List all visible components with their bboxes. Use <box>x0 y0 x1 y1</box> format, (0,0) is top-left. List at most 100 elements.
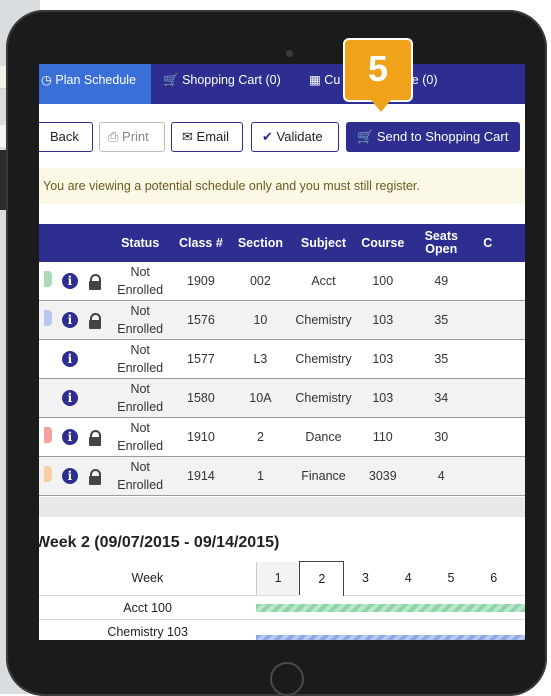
envelope-icon: ✉ <box>182 129 193 144</box>
info-cell: i <box>56 417 84 457</box>
course-color-swatch <box>39 378 57 418</box>
course-color-swatch <box>39 300 57 340</box>
lock-cell <box>83 417 107 457</box>
table-footer-bar <box>39 497 525 517</box>
lock-cell <box>83 262 107 301</box>
column-header-section[interactable]: Section <box>228 224 293 262</box>
email-button[interactable]: ✉ Email <box>171 122 243 152</box>
subject-cell: Chemistry <box>292 300 355 340</box>
status-cell: Not Enrolled <box>106 339 174 379</box>
table-row[interactable]: i Not Enrolled 1577 L3 Chemistry 103 35 <box>39 339 525 379</box>
column-header-class-number[interactable]: Class # <box>173 224 229 262</box>
info-icon[interactable]: i <box>61 429 78 445</box>
seats-open-cell: 4 <box>411 456 472 496</box>
day-header: 2 <box>299 561 345 596</box>
truncated-cell <box>471 339 525 379</box>
cart-icon: 🛒 <box>163 73 179 87</box>
table-row[interactable]: i Not Enrolled 1909 002 Acct 100 49 <box>39 262 525 301</box>
tab-shopping-cart[interactable]: 🛒 Shopping Cart (0) <box>163 64 281 104</box>
tab-current-schedule[interactable]: ▦ Cu <box>309 64 340 104</box>
color-swatch <box>43 426 52 443</box>
info-column-header <box>56 224 84 262</box>
table-row[interactable]: i Not Enrolled 1576 10 Chemistry 103 35 <box>39 300 525 340</box>
unlock-icon[interactable] <box>89 429 102 446</box>
info-icon[interactable]: i <box>61 468 78 484</box>
status-cell: Not Enrolled <box>106 300 174 340</box>
class-number-cell: 1909 <box>173 262 229 301</box>
validate-button[interactable]: ✔ Validate <box>251 122 339 152</box>
schedule-table: Status Class # Section Subject Course Se… <box>39 224 525 496</box>
day-header: 3 <box>343 561 387 596</box>
section-cell: 10A <box>228 378 293 418</box>
course-label: Acct 100 <box>39 595 257 620</box>
printer-icon: ⎙ <box>108 129 119 144</box>
section-cell: L3 <box>228 339 293 379</box>
table-row[interactable]: i Not Enrolled 1580 10A Chemistry 103 34 <box>39 378 525 418</box>
unlock-icon[interactable] <box>89 468 102 485</box>
week-grid: Week 1 2 3 4 5 6 Acct 100 Chemistry 103 <box>39 561 525 640</box>
class-number-cell: 1580 <box>173 378 229 418</box>
info-icon[interactable]: i <box>61 351 78 367</box>
lock-cell <box>83 339 107 379</box>
color-column-header <box>39 224 57 262</box>
unlock-icon[interactable] <box>89 312 102 329</box>
info-cell: i <box>56 339 84 379</box>
send-label: Send to Shopping Cart <box>376 129 509 144</box>
week-grid-header: Week 1 2 3 4 5 6 <box>39 561 525 596</box>
tab-plan-schedule[interactable]: ◷ Plan Schedule <box>39 64 151 104</box>
course-bar <box>256 595 525 620</box>
tab-label: Plan Schedule <box>55 73 137 87</box>
column-header-course[interactable]: Course <box>354 224 412 262</box>
toolbar: Back ⎙ Print ✉ Email ✔ Validate 🛒 Send t… <box>39 122 525 158</box>
column-header-status[interactable]: Status <box>106 224 174 262</box>
course-cell: 103 <box>354 378 412 418</box>
unlock-icon[interactable] <box>89 273 102 290</box>
table-row[interactable]: i Not Enrolled 1910 2 Dance 110 30 <box>39 417 525 457</box>
truncated-cell <box>471 378 525 418</box>
table-row[interactable]: i Not Enrolled 1914 1 Finance 3039 4 <box>39 456 525 496</box>
seats-open-cell: 49 <box>411 262 472 301</box>
info-icon[interactable]: i <box>61 312 78 328</box>
top-navigation: ◷ Plan Schedule 🛒 Shopping Cart (0) ▦ Cu… <box>39 64 525 104</box>
info-cell: i <box>56 456 84 496</box>
truncated-cell <box>471 417 525 457</box>
tab-current-schedule-count[interactable]: le (0) <box>409 64 437 104</box>
course-color-swatch <box>39 417 57 457</box>
tab-label: le (0) <box>409 73 438 87</box>
validate-label: Validate <box>276 129 323 144</box>
color-swatch <box>43 309 52 326</box>
seats-open-cell: 30 <box>411 417 472 457</box>
tab-label: Cu <box>324 73 341 87</box>
column-header-seats-open[interactable]: Seats Open <box>411 224 472 262</box>
course-label: Chemistry 103 <box>39 619 257 640</box>
app-screen: ◷ Plan Schedule 🛒 Shopping Cart (0) ▦ Cu… <box>39 64 525 640</box>
status-cell: Not Enrolled <box>106 417 174 457</box>
table-header: Status Class # Section Subject Course Se… <box>39 224 525 262</box>
column-header-subject[interactable]: Subject <box>292 224 355 262</box>
status-cell: Not Enrolled <box>106 456 174 496</box>
truncated-cell <box>471 456 525 496</box>
class-number-cell: 1914 <box>173 456 229 496</box>
info-cell: i <box>56 300 84 340</box>
back-button[interactable]: Back <box>39 122 93 152</box>
info-icon[interactable]: i <box>61 390 78 406</box>
seats-open-cell: 35 <box>411 339 472 379</box>
class-number-cell: 1910 <box>173 417 229 457</box>
course-cell: 3039 <box>354 456 412 496</box>
print-button[interactable]: ⎙ Print <box>99 122 165 152</box>
send-to-shopping-cart-button[interactable]: 🛒 Send to Shopping Cart <box>346 122 520 152</box>
home-button[interactable] <box>270 662 304 696</box>
email-label: Email <box>196 129 230 144</box>
info-cell: i <box>56 378 84 418</box>
course-cell: 103 <box>354 339 412 379</box>
tab-label: Shopping Cart (0) <box>182 73 281 87</box>
info-icon[interactable]: i <box>61 273 78 289</box>
truncated-cell <box>471 262 525 301</box>
section-cell: 1 <box>228 456 293 496</box>
course-bar-fill <box>256 635 525 640</box>
section-cell: 002 <box>228 262 293 301</box>
column-header-truncated[interactable]: C <box>471 224 525 262</box>
course-bar <box>256 619 525 640</box>
day-header: 5 <box>429 561 473 596</box>
subject-cell: Acct <box>292 262 355 301</box>
